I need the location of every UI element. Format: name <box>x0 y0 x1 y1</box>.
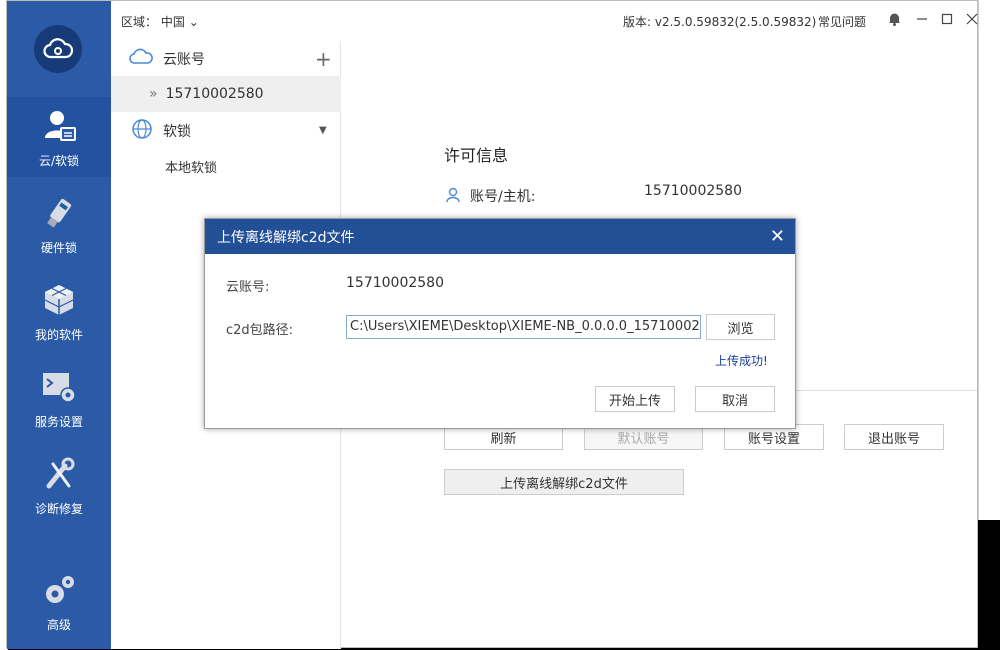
sidebar-item-label: 软锁 <box>163 124 191 140</box>
desktop-background-right <box>978 0 1000 520</box>
close-window-icon[interactable] <box>963 10 981 28</box>
add-account-icon[interactable]: + <box>315 47 332 71</box>
nav-label: 服务设置 <box>34 415 83 429</box>
logout-button[interactable]: 退出账号 <box>844 424 944 450</box>
path-input[interactable]: C:\Users\XIEME\Desktop\XIEME-NB_0.0.0.0_… <box>346 315 701 339</box>
nav-label: 我的软件 <box>34 328 83 342</box>
nav-label: 诊断修复 <box>34 502 83 516</box>
sidebar-item-label: 云账号 <box>163 52 205 68</box>
minimize-icon[interactable] <box>913 10 931 28</box>
sidebar-item-label: 15710002580 <box>165 86 264 102</box>
license-title: 许可信息 <box>444 146 509 165</box>
sidebar-item-label: 本地软锁 <box>165 160 218 176</box>
dialog-title: 上传离线解绑c2d文件 <box>217 229 355 246</box>
top-bar: 区域： 中国 ⌄ 版本: v2.5.0.59832(2.5.0.59832) 常… <box>111 1 978 41</box>
nav-item-hardware-lock[interactable]: 硬件锁 <box>7 184 111 264</box>
app-logo <box>34 25 82 73</box>
sidebar-item-local-soft-lock[interactable]: 本地软锁 <box>111 148 341 184</box>
region-label: 区域： <box>121 15 158 29</box>
user-card-icon <box>39 106 79 146</box>
sidebar-item-soft-lock[interactable]: 软锁 ▼ <box>111 113 341 149</box>
cloud-account-value: 15710002580 <box>346 275 444 291</box>
nav-item-advanced[interactable]: 高级 <box>7 561 111 641</box>
nav-label: 云/软锁 <box>38 154 80 168</box>
path-label: c2d包路径: <box>226 323 294 338</box>
upload-c2d-button[interactable]: 上传离线解绑c2d文件 <box>444 469 684 495</box>
main-nav: 云/软锁 硬件锁 我的软件 服务设置 诊断修复 高级 <box>7 1 111 649</box>
cloud-logo-icon <box>43 38 73 59</box>
account-host-value: 15710002580 <box>644 183 742 199</box>
terminal-gear-icon <box>39 367 79 407</box>
nav-item-my-software[interactable]: 我的软件 <box>7 271 111 351</box>
version-text: 版本: v2.5.0.59832(2.5.0.59832) <box>623 15 817 29</box>
globe-icon <box>131 118 153 144</box>
faq-link[interactable]: 常见问题 <box>818 13 866 30</box>
cubes-icon <box>39 280 79 320</box>
upload-dialog: 上传离线解绑c2d文件 ✕ 云账号: 15710002580 c2d包路径: C… <box>204 218 796 429</box>
nav-label: 高级 <box>46 618 71 632</box>
region-value: 中国 <box>160 15 185 29</box>
user-icon <box>446 187 460 207</box>
browse-button[interactable]: 浏览 <box>706 314 775 340</box>
chevron-down-icon: ⌄ <box>188 15 199 29</box>
wrench-icon <box>39 454 79 494</box>
start-upload-button[interactable]: 开始上传 <box>595 386 675 412</box>
region-selector[interactable]: 区域： 中国 ⌄ <box>121 13 199 30</box>
cloud-icon <box>129 48 153 70</box>
close-icon[interactable]: ✕ <box>770 226 785 247</box>
cancel-button[interactable]: 取消 <box>695 386 775 412</box>
sidebar-item-cloud-account[interactable]: 云账号 + <box>111 41 341 77</box>
dialog-header: 上传离线解绑c2d文件 ✕ <box>205 219 795 254</box>
double-chevron-right-icon: » <box>149 86 158 102</box>
caret-down-icon[interactable]: ▼ <box>319 125 327 136</box>
gears-icon <box>39 570 79 610</box>
bell-icon[interactable] <box>885 10 903 28</box>
nav-item-diagnose-repair[interactable]: 诊断修复 <box>7 445 111 525</box>
usb-key-icon <box>39 193 79 233</box>
maximize-icon[interactable] <box>938 10 956 28</box>
nav-item-service-settings[interactable]: 服务设置 <box>7 358 111 438</box>
account-host-label: 账号/主机: <box>470 189 536 205</box>
cloud-account-label: 云账号: <box>226 280 270 295</box>
upload-success-text: 上传成功! <box>715 354 768 368</box>
sidebar-item-account[interactable]: » 15710002580 <box>111 76 341 112</box>
nav-item-cloud-soft-lock[interactable]: 云/软锁 <box>7 97 111 177</box>
nav-label: 硬件锁 <box>40 241 77 255</box>
